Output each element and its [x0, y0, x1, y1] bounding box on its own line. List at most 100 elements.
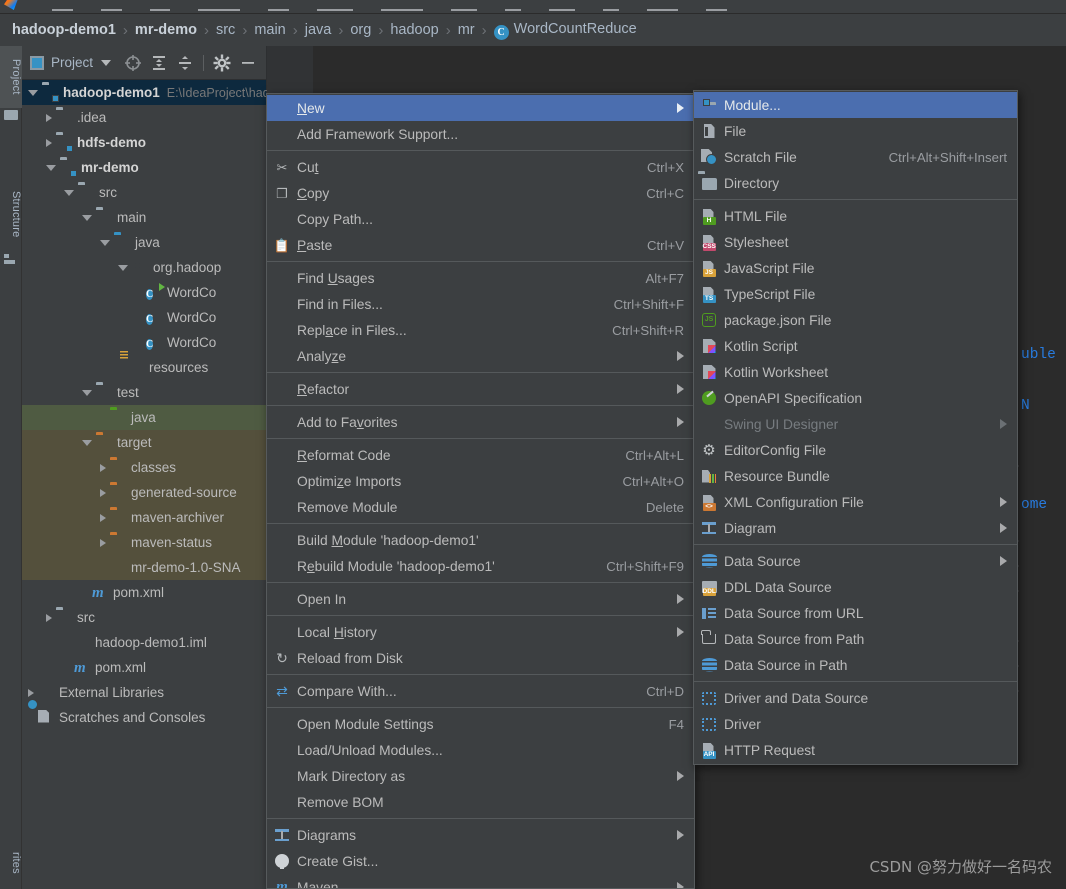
new-menu-item-data-source-from-url[interactable]: Data Source from URL — [694, 600, 1017, 626]
chevron-right-icon[interactable] — [100, 463, 106, 472]
collapse-all-icon[interactable] — [173, 51, 197, 75]
menu-item-create-gist[interactable]: Create Gist... — [267, 848, 694, 874]
menu-item-paste[interactable]: 📋 Paste Ctrl+V — [267, 232, 694, 258]
breadcrumb-item-java[interactable]: java — [305, 22, 332, 38]
new-menu-item-data-source[interactable]: Data Source — [694, 548, 1017, 574]
menu-item-new[interactable]: New — [267, 95, 694, 121]
chevron-right-icon[interactable] — [100, 538, 106, 547]
tree-node-hadoop-demo1[interactable]: hadoop-demo1 E:\IdeaProject\hadoop — [22, 80, 290, 105]
tree-node-src[interactable]: src — [22, 180, 266, 205]
new-menu-item-package-json-file[interactable]: JS package.json File — [694, 307, 1017, 333]
menubar-item-refactor[interactable] — [381, 2, 423, 11]
breadcrumb-item-main[interactable]: main — [254, 22, 285, 38]
breadcrumb-item-src[interactable]: src — [216, 22, 235, 38]
menu-item-remove-module[interactable]: Remove Module Delete — [267, 494, 694, 520]
new-menu-item-module[interactable]: Module... — [694, 92, 1017, 118]
menubar-item-analyze[interactable] — [316, 2, 354, 11]
chevron-down-icon[interactable] — [64, 189, 74, 196]
tree-node-main[interactable]: main — [22, 205, 266, 230]
chevron-right-icon[interactable] — [46, 113, 52, 122]
tree-node-generated-source[interactable]: generated-source — [22, 480, 266, 505]
chevron-down-icon[interactable] — [118, 264, 128, 271]
new-menu-item-http-request[interactable]: API HTTP Request — [694, 737, 1017, 763]
tree-node-java[interactable]: java — [22, 230, 266, 255]
chevron-right-icon[interactable] — [46, 613, 52, 622]
new-menu-item-diagram[interactable]: Diagram — [694, 515, 1017, 541]
tree-node-wordco[interactable]: C WordCo — [22, 330, 266, 355]
menu-bar[interactable] — [0, 0, 1066, 14]
chevron-down-icon[interactable] — [28, 89, 38, 96]
project-tree[interactable]: hadoop-demo1 E:\IdeaProject\hadoop .idea hd… — [22, 80, 290, 730]
new-menu-item-kotlin-script[interactable]: Kotlin Script — [694, 333, 1017, 359]
menu-item-maven[interactable]: m Maven — [267, 874, 694, 888]
tree-node-wordco[interactable]: C WordCo — [22, 305, 266, 330]
chevron-down-icon[interactable] — [82, 439, 92, 446]
menubar-item-vcs[interactable] — [602, 2, 619, 11]
menu-item-local-history[interactable]: Local History — [267, 619, 694, 645]
chevron-down-icon[interactable] — [100, 239, 110, 246]
tree-node-classes[interactable]: classes — [22, 455, 266, 480]
tree-node-wordco[interactable]: C WordCo — [22, 280, 266, 305]
menu-item-mark-directory-as[interactable]: Mark Directory as — [267, 763, 694, 789]
menu-item-compare-with[interactable]: ⇄ Compare With... Ctrl+D — [267, 678, 694, 704]
new-menu-item-html-file[interactable]: H HTML File — [694, 203, 1017, 229]
menubar-item-window[interactable] — [646, 2, 678, 11]
tree-node-mr-demo-1-0-sna[interactable]: mr-demo-1.0-SNA — [22, 555, 266, 580]
menu-item-open-module-settings[interactable]: Open Module Settings F4 — [267, 711, 694, 737]
new-menu-item-directory[interactable]: Directory — [694, 170, 1017, 196]
context-menu[interactable]: New Add Framework Support... ✂ Cut Ctrl+X ❐ Co… — [266, 93, 695, 889]
menu-item-rebuild-module-hadoop-demo1[interactable]: Rebuild Module 'hadoop-demo1' Ctrl+Shift+… — [267, 553, 694, 579]
menu-item-reformat-code[interactable]: Reformat Code Ctrl+Alt+L — [267, 442, 694, 468]
menu-item-analyze[interactable]: Analyze — [267, 343, 694, 369]
tree-node-target[interactable]: target — [22, 430, 266, 455]
new-menu-item-openapi-specification[interactable]: OpenAPI Specification — [694, 385, 1017, 411]
chevron-right-icon[interactable] — [46, 138, 52, 147]
menubar-item-edit[interactable] — [100, 2, 122, 11]
menubar-item-code[interactable] — [268, 2, 289, 11]
sidebar-item-favorites[interactable]: rites — [0, 837, 22, 889]
expand-all-icon[interactable] — [147, 51, 171, 75]
menubar-item-tools[interactable] — [548, 2, 575, 11]
chevron-down-icon[interactable] — [82, 389, 92, 396]
new-menu-item-swing-ui-designer[interactable]: Swing UI Designer — [694, 411, 1017, 437]
tree-node-mr-demo[interactable]: mr-demo — [22, 155, 266, 180]
new-menu-item-data-source-from-path[interactable]: Data Source from Path — [694, 626, 1017, 652]
menu-item-find-in-files[interactable]: Find in Files... Ctrl+Shift+F — [267, 291, 694, 317]
tree-node-maven-archiver[interactable]: maven-archiver — [22, 505, 266, 530]
menu-item-add-framework-support[interactable]: Add Framework Support... — [267, 121, 694, 147]
chevron-down-icon[interactable] — [46, 164, 56, 171]
new-menu-item-ddl-data-source[interactable]: DDL DDL Data Source — [694, 574, 1017, 600]
menu-item-reload-from-disk[interactable]: ↻ Reload from Disk — [267, 645, 694, 671]
tree-node-org-hadoop[interactable]: org.hadoop — [22, 255, 266, 280]
settings-gear-icon[interactable] — [210, 51, 234, 75]
menubar-item-navigate[interactable] — [198, 2, 240, 11]
locate-icon[interactable] — [121, 51, 145, 75]
new-submenu[interactable]: Module... File Scratch File Ctrl+Alt+Shift+… — [693, 90, 1018, 765]
new-menu-item-file[interactable]: File — [694, 118, 1017, 144]
new-menu-item-stylesheet[interactable]: CSS Stylesheet — [694, 229, 1017, 255]
new-menu-item-typescript-file[interactable]: TS TypeScript File — [694, 281, 1017, 307]
tree-node-pom-xml[interactable]: m pom.xml — [22, 655, 266, 680]
tree-node-hadoop-demo1-iml[interactable]: hadoop-demo1.iml — [22, 630, 266, 655]
menubar-item-view[interactable] — [149, 2, 171, 11]
menu-item-open-in[interactable]: Open In — [267, 586, 694, 612]
menubar-item-file[interactable] — [52, 2, 73, 11]
new-menu-item-resource-bundle[interactable]: Resource Bundle — [694, 463, 1017, 489]
tree-node-scratches-and-consoles[interactable]: Scratches and Consoles — [22, 705, 266, 730]
menubar-item-build[interactable] — [450, 2, 477, 11]
breadcrumb[interactable]: hadoop-demo1 › mr-demo › src › main › java › org › h… — [0, 14, 1066, 46]
chevron-right-icon[interactable] — [100, 488, 106, 497]
breadcrumb-item-hadoop[interactable]: hadoop — [390, 22, 438, 38]
tree-node-external-libraries[interactable]: External Libraries — [22, 680, 266, 705]
menu-item-copy-path[interactable]: Copy Path... — [267, 206, 694, 232]
tree-node-test[interactable]: test — [22, 380, 266, 405]
tree-node-java[interactable]: java — [22, 405, 266, 430]
menu-item-add-to-favorites[interactable]: Add to Favorites — [267, 409, 694, 435]
menu-item-diagrams[interactable]: Diagrams — [267, 822, 694, 848]
tree-node-resources[interactable]: resources — [22, 355, 266, 380]
new-menu-item-xml-configuration-file[interactable]: <> XML Configuration File — [694, 489, 1017, 515]
tree-node-src[interactable]: src — [22, 605, 266, 630]
menu-item-load-unload-modules[interactable]: Load/Unload Modules... — [267, 737, 694, 763]
new-menu-item-editorconfig-file[interactable]: ⚙ EditorConfig File — [694, 437, 1017, 463]
tree-node-pom-xml[interactable]: m pom.xml — [22, 580, 266, 605]
